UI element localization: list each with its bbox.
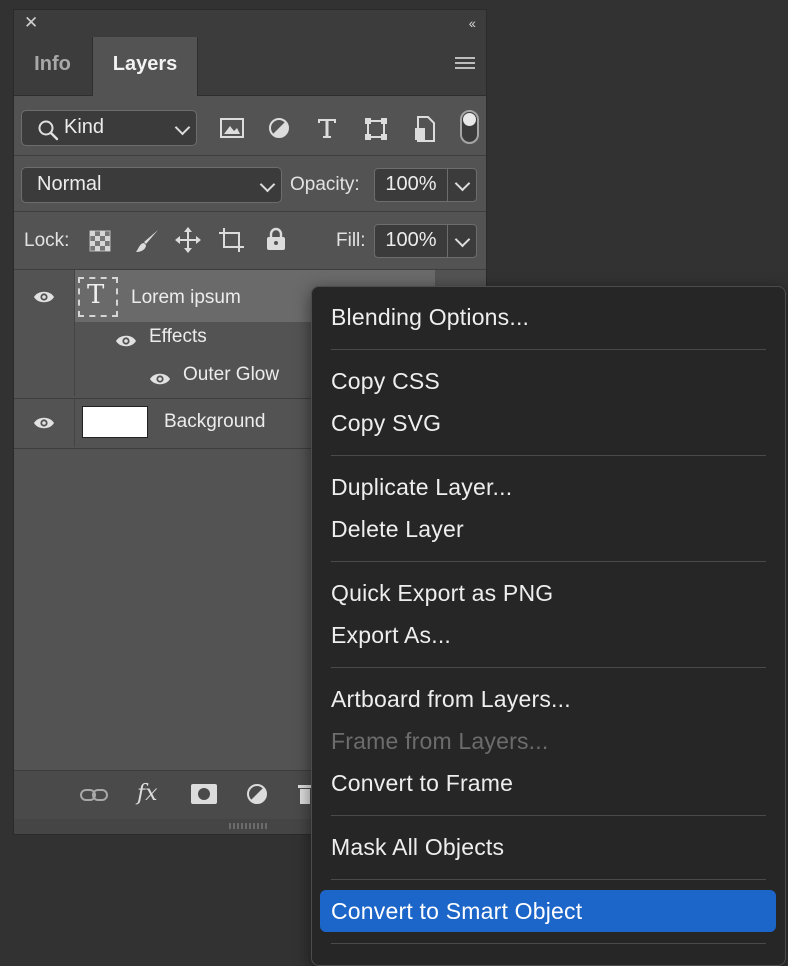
close-icon[interactable]: ✕	[24, 14, 38, 32]
menu-item-copy-css[interactable]: Copy CSS	[331, 368, 440, 395]
text-layer-glyph: T	[87, 280, 105, 310]
lock-artboard-icon[interactable]	[219, 227, 245, 253]
effects-label[interactable]: Effects	[149, 326, 207, 348]
image-filter-icon[interactable]	[220, 118, 244, 138]
fill-dropdown-button[interactable]	[447, 224, 477, 258]
visibility-eye-icon[interactable]	[149, 372, 171, 386]
filter-kind-label: Kind	[64, 116, 105, 138]
layer-name[interactable]: Background	[164, 411, 265, 433]
lock-image-pixels-icon[interactable]	[134, 228, 160, 254]
lock-label: Lock:	[24, 230, 70, 251]
menu-item-mask-all-objects[interactable]: Mask All Objects	[331, 834, 504, 861]
lock-transparent-pixels-icon[interactable]	[89, 230, 111, 252]
smart-object-filter-icon[interactable]	[414, 116, 436, 142]
opacity-label: Opacity:	[290, 174, 360, 195]
chevron-down-icon	[259, 176, 276, 193]
visibility-eye-icon[interactable]	[33, 290, 55, 304]
tab-layers[interactable]: Layers	[92, 37, 198, 96]
collapse-icon[interactable]: ‹‹	[469, 14, 476, 32]
chevron-down-icon	[454, 175, 471, 192]
layer-name[interactable]: Lorem ipsum	[131, 287, 241, 309]
filter-toggle[interactable]	[460, 110, 479, 144]
menu-item-delete-layer[interactable]: Delete Layer	[331, 516, 464, 543]
outer-glow-label[interactable]: Outer Glow	[183, 364, 279, 386]
add-mask-icon[interactable]	[191, 784, 217, 804]
menu-item-quick-export-png[interactable]: Quick Export as PNG	[331, 580, 553, 607]
panel-menu-icon[interactable]	[455, 57, 475, 71]
menu-item-convert-to-frame[interactable]: Convert to Frame	[331, 770, 513, 797]
menu-item-frame-from-layers: Frame from Layers...	[331, 728, 549, 754]
visibility-eye-icon[interactable]	[115, 334, 137, 348]
menu-item-copy-svg[interactable]: Copy SVG	[331, 410, 441, 437]
background-layer-thumbnail	[82, 406, 148, 438]
shape-filter-icon[interactable]	[364, 117, 388, 141]
visibility-eye-icon[interactable]	[33, 416, 55, 430]
fill-label: Fill:	[336, 230, 366, 251]
tab-info[interactable]: Info	[14, 37, 91, 95]
link-layers-icon[interactable]	[80, 787, 108, 803]
fill-input[interactable]: 100%	[374, 224, 448, 258]
type-filter-icon[interactable]	[316, 117, 338, 139]
blend-mode-value: Normal	[37, 173, 102, 195]
menu-item-artboard-from-layers[interactable]: Artboard from Layers...	[331, 686, 571, 713]
delete-layer-icon[interactable]	[298, 783, 312, 805]
layer-effects-icon[interactable]: fx	[137, 781, 158, 806]
opacity-dropdown-button[interactable]	[447, 168, 477, 202]
menu-item-duplicate-layer[interactable]: Duplicate Layer...	[331, 474, 512, 501]
menu-item-convert-to-smart-object[interactable]: Convert to Smart Object	[331, 898, 582, 925]
filter-kind-dropdown[interactable]: Kind	[21, 110, 197, 146]
menu-item-export-as[interactable]: Export As...	[331, 622, 451, 649]
menu-item-blending-options[interactable]: Blending Options...	[331, 304, 529, 331]
chevron-down-icon	[454, 231, 471, 248]
lock-all-icon[interactable]	[266, 227, 286, 251]
panel-titlebar: ✕ ‹‹	[14, 10, 486, 37]
layer-context-menu: Blending Options... Copy CSS Copy SVG Du…	[311, 286, 786, 966]
opacity-input[interactable]: 100%	[374, 168, 448, 202]
new-adjustment-layer-icon[interactable]	[246, 783, 270, 807]
chevron-down-icon	[174, 119, 191, 136]
adjustment-filter-icon[interactable]	[268, 117, 290, 139]
search-icon	[38, 120, 59, 141]
blend-mode-dropdown[interactable]: Normal	[21, 167, 282, 203]
lock-position-icon[interactable]	[175, 227, 201, 253]
panel-tabs: Info Layers	[14, 37, 486, 96]
